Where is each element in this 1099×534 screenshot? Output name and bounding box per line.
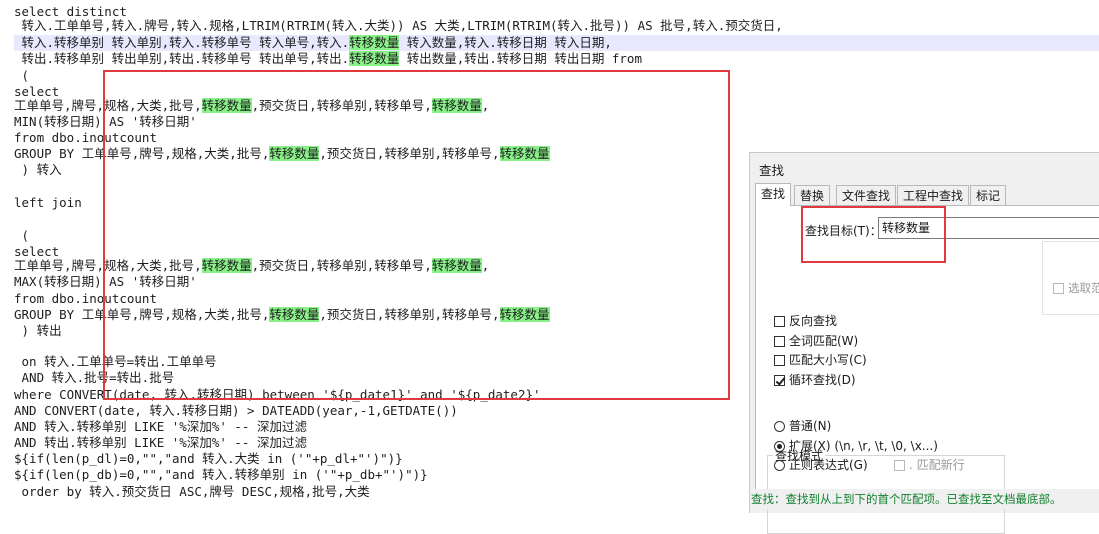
tab-find[interactable]: 查找 bbox=[755, 183, 792, 206]
radio-icon bbox=[774, 460, 785, 471]
tab-find-in-project[interactable]: 工程中查找 bbox=[897, 185, 970, 205]
code-text: left join bbox=[14, 195, 82, 210]
code-text: ( bbox=[14, 68, 30, 83]
mode-extended[interactable]: 扩展(X) (\n, \r, \t, \0, \x...) bbox=[774, 437, 938, 454]
code-text: order by 转入.预交货日 ASC,牌号 DESC,规格,批号,大类 bbox=[14, 484, 370, 499]
checkbox-checked-icon bbox=[774, 375, 785, 386]
code-text: 转入数量,转入.转移日期 转入日期, bbox=[399, 35, 612, 50]
code-text: AND 转入.转移单别 LIKE '%深加%' -- 深加过滤 bbox=[14, 419, 307, 434]
search-match-highlight: 转移数量 bbox=[349, 35, 400, 50]
code-text: AND CONVERT(date, 转入.转移日期) > DATEADD(yea… bbox=[14, 403, 458, 418]
code-line[interactable]: order by 转入.预交货日 ASC,牌号 DESC,规格,批号,大类 bbox=[14, 484, 370, 500]
code-text: ( bbox=[14, 228, 30, 243]
code-text: ) 转出 bbox=[14, 323, 62, 338]
mode-label: 普通(N) bbox=[789, 419, 832, 433]
checkbox-icon bbox=[774, 355, 785, 366]
code-line[interactable]: 转出.转移单别 转出单别,转出.转移单号 转出单号,转出.转移数量 转出数量,转… bbox=[14, 51, 642, 67]
option-whole-word[interactable]: 全词匹配(W) bbox=[774, 332, 858, 349]
code-line[interactable]: ${if(len(p_dl)=0,"","and 转入.大类 in ('"+p_… bbox=[14, 451, 403, 467]
option-match-case[interactable]: 匹配大小写(C) bbox=[774, 351, 867, 368]
option-label: 反向查找 bbox=[789, 314, 838, 328]
checkbox-icon bbox=[1053, 283, 1064, 294]
code-text: ) 转入 bbox=[14, 162, 62, 177]
code-line[interactable]: left join bbox=[14, 195, 82, 211]
code-line[interactable]: ) 转出 bbox=[14, 323, 62, 339]
mode-label: 扩展(X) (\n, \r, \t, \0, \x...) bbox=[789, 439, 938, 453]
tab-mark[interactable]: 标记 bbox=[970, 185, 1007, 205]
find-status-bar: 查找：查找到从上到下的首个匹配项。已查找至文档最底部。 bbox=[750, 489, 1099, 509]
code-line[interactable]: 转入.转移单别 转入单别,转入.转移单号 转入单号,转入.转移数量 转入数量,转… bbox=[14, 35, 1099, 51]
code-text: AND 转出.转移单别 LIKE '%深加%' -- 深加过滤 bbox=[14, 435, 307, 450]
option-label: 匹配大小写(C) bbox=[789, 353, 867, 367]
option-label: 全词匹配(W) bbox=[789, 334, 859, 348]
option-label: 循环查找(D) bbox=[789, 373, 856, 387]
in-selection-label: 选取范 bbox=[1068, 281, 1099, 295]
code-line[interactable]: 转入.工单单号,转入.牌号,转入.规格,LTRIM(RTRIM(转入.大类)) … bbox=[14, 18, 783, 34]
mode-normal[interactable]: 普通(N) bbox=[774, 417, 831, 434]
annotation-box-query bbox=[103, 70, 730, 400]
code-text: 转出.转移单别 转出单别,转出.转移单号 转出单号,转出. bbox=[14, 51, 350, 66]
tab-find-in-files[interactable]: 文件查找 bbox=[836, 185, 897, 205]
code-line[interactable]: ) 转入 bbox=[14, 162, 62, 178]
checkbox-icon bbox=[774, 316, 785, 327]
code-line[interactable]: AND CONVERT(date, 转入.转移日期) > DATEADD(yea… bbox=[14, 403, 458, 419]
code-line[interactable]: ( bbox=[14, 68, 30, 84]
option-wrap-around[interactable]: 循环查找(D) bbox=[774, 371, 856, 388]
mode-label: 正则表达式(G) bbox=[789, 458, 868, 472]
dot-newline-label: . 匹配新行 bbox=[909, 458, 965, 472]
dot-matches-newline[interactable]: . 匹配新行 bbox=[894, 456, 965, 473]
option-reverse[interactable]: 反向查找 bbox=[774, 312, 837, 329]
code-text: 转入.工单单号,转入.牌号,转入.规格,LTRIM(RTRIM(转入.大类)) … bbox=[14, 18, 783, 33]
code-line[interactable]: AND 转出.转移单别 LIKE '%深加%' -- 深加过滤 bbox=[14, 435, 307, 451]
code-text: 转出数量,转出.转移日期 转出日期 from bbox=[399, 51, 642, 66]
code-text: 转入.转移单别 转入单别,转入.转移单号 转入单号,转入. bbox=[14, 35, 350, 50]
checkbox-icon bbox=[774, 336, 785, 347]
code-text: select bbox=[14, 84, 60, 99]
code-text: ${if(len(p_dl)=0,"","and 转入.大类 in ('"+p_… bbox=[14, 451, 403, 466]
radio-checked-icon bbox=[774, 441, 785, 452]
action-button-area bbox=[1042, 241, 1099, 315]
radio-icon bbox=[774, 421, 785, 432]
checkbox-icon bbox=[894, 460, 905, 471]
tab-replace[interactable]: 替换 bbox=[794, 185, 831, 205]
mode-regex[interactable]: 正则表达式(G) bbox=[774, 456, 868, 473]
search-match-highlight: 转移数量 bbox=[349, 51, 400, 66]
in-selection-checkbox[interactable]: 选取范 bbox=[1053, 280, 1099, 296]
dialog-title: 查找 bbox=[759, 163, 785, 178]
code-text: ${if(len(p_db)=0,"","and 转入.转移单别 in ('"+… bbox=[14, 467, 428, 482]
annotation-box-find-target bbox=[801, 206, 946, 263]
code-text: select bbox=[14, 244, 60, 259]
code-line[interactable]: ${if(len(p_db)=0,"","and 转入.转移单别 in ('"+… bbox=[14, 467, 428, 483]
code-line[interactable]: AND 转入.转移单别 LIKE '%深加%' -- 深加过滤 bbox=[14, 419, 307, 435]
code-line[interactable]: ( bbox=[14, 228, 30, 244]
code-text: select distinct bbox=[14, 4, 127, 19]
